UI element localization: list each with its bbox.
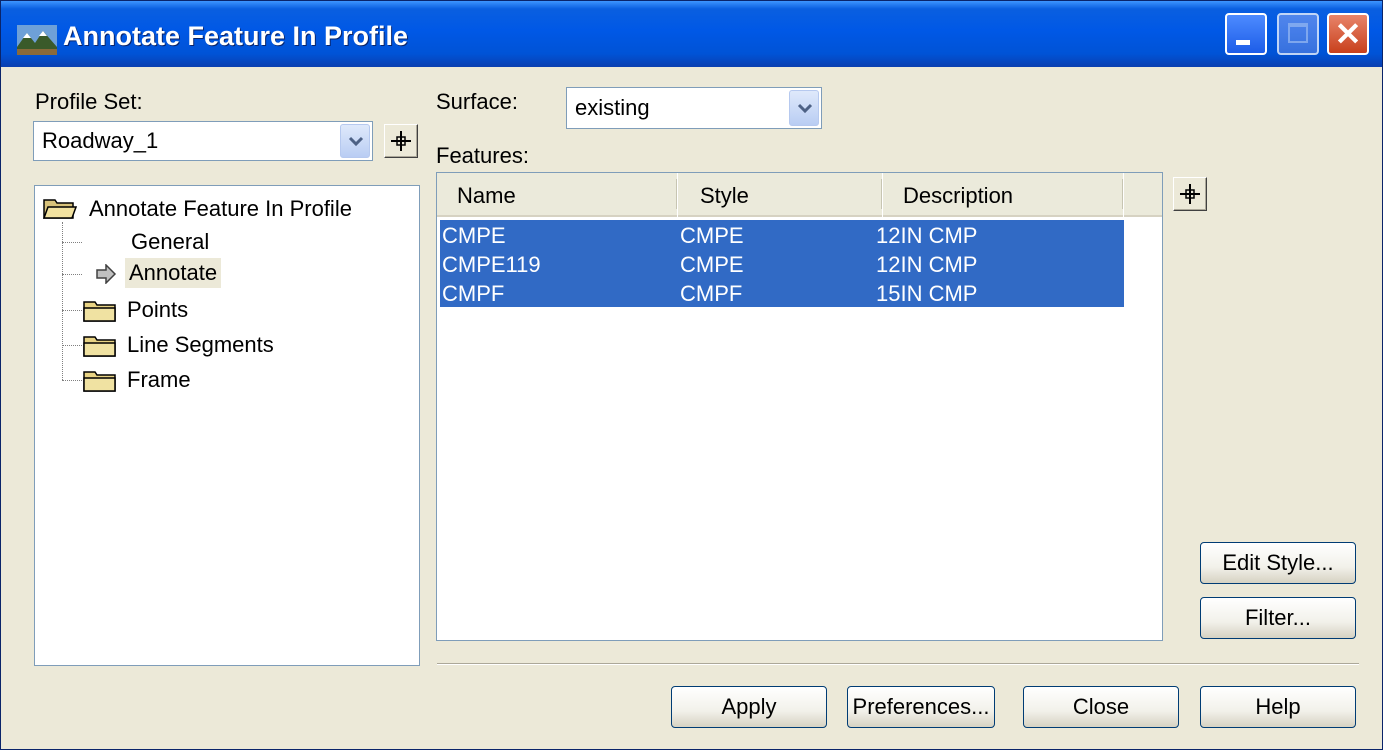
features-pick-button[interactable] [1173, 177, 1207, 211]
column-header-empty [1124, 173, 1162, 217]
cell-style: CMPE [680, 223, 744, 248]
profile-set-dropdown-button[interactable] [340, 124, 370, 158]
minimize-button[interactable] [1225, 13, 1267, 55]
tree-connector [62, 274, 82, 275]
app-landscape-icon [17, 25, 57, 55]
help-button[interactable]: Help [1200, 686, 1356, 728]
crosshair-icon [1180, 184, 1200, 204]
tree-item-line-segments[interactable]: Line Segments [127, 330, 274, 360]
column-header-label: Name [457, 183, 516, 208]
tree-connector [62, 380, 82, 381]
navigation-tree[interactable]: Annotate Feature In Profile General Anno… [34, 185, 420, 666]
close-icon: ✕ [1334, 16, 1362, 52]
tree-connector [62, 242, 82, 243]
tree-item-frame[interactable]: Frame [127, 365, 191, 395]
edit-style-button[interactable]: Edit Style... [1200, 542, 1356, 584]
apply-button[interactable]: Apply [671, 686, 827, 728]
chevron-down-icon [348, 136, 364, 147]
cell-description: 12IN CMP [876, 223, 978, 248]
features-list[interactable]: Name Style Description CMPE CMPE 12IN CM… [436, 172, 1163, 641]
features-label: Features: [436, 143, 529, 168]
cell-name: CMPE [442, 223, 506, 248]
crosshair-icon [391, 131, 411, 151]
column-header-label: Description [903, 183, 1014, 208]
tree-connector [62, 345, 82, 346]
surface-label: Surface: [436, 89, 518, 114]
tree-connector [62, 222, 63, 380]
folder-icon [83, 301, 116, 322]
cell-name: CMPF [442, 281, 505, 306]
title-bar[interactable]: Annotate Feature In Profile ✕ [1, 1, 1382, 67]
window-title: Annotate Feature In Profile [63, 21, 409, 51]
column-header-style[interactable]: Style [678, 173, 882, 217]
preferences-button[interactable]: Preferences... [847, 686, 995, 728]
tree-item-annotate[interactable]: Annotate [125, 258, 222, 288]
close-window-button[interactable]: ✕ [1327, 13, 1369, 55]
cell-description: 12IN CMP [876, 252, 978, 277]
cell-name: CMPE119 [442, 252, 541, 277]
surface-value: existing [575, 95, 650, 120]
tree-connector [62, 310, 82, 311]
table-row[interactable]: CMPE119 CMPE 12IN CMP [440, 249, 1124, 278]
column-header-description[interactable]: Description [883, 173, 1123, 217]
folder-icon [83, 336, 116, 357]
surface-dropdown-button[interactable] [789, 90, 819, 126]
profile-set-value: Roadway_1 [42, 128, 159, 153]
chevron-down-icon [797, 103, 813, 114]
open-folder-icon [43, 199, 77, 219]
maximize-button [1277, 13, 1319, 55]
cell-description: 15IN CMP [876, 281, 978, 306]
minimize-icon [1236, 40, 1250, 45]
folder-icon [83, 371, 116, 392]
cell-style: CMPF [680, 281, 743, 306]
divider [437, 663, 1359, 665]
close-button[interactable]: Close [1023, 686, 1179, 728]
tree-item-general[interactable]: General [131, 227, 209, 257]
tree-item-points[interactable]: Points [127, 295, 188, 325]
surface-dropdown[interactable]: existing [566, 87, 822, 129]
column-header-label: Style [700, 183, 749, 208]
dialog-window: Annotate Feature In Profile ✕ Profile Se… [0, 0, 1383, 750]
profile-set-label: Profile Set: [35, 89, 143, 114]
profile-set-pick-button[interactable] [384, 124, 418, 158]
cell-style: CMPE [680, 252, 744, 277]
filter-button[interactable]: Filter... [1200, 597, 1356, 639]
profile-set-dropdown[interactable]: Roadway_1 [33, 121, 373, 161]
table-row[interactable]: CMPF CMPF 15IN CMP [440, 278, 1124, 307]
column-header-name[interactable]: Name [437, 173, 677, 217]
arrow-right-icon [96, 264, 117, 284]
tree-root-label[interactable]: Annotate Feature In Profile [89, 194, 352, 224]
maximize-icon [1288, 23, 1308, 43]
table-row[interactable]: CMPE CMPE 12IN CMP [440, 220, 1124, 249]
